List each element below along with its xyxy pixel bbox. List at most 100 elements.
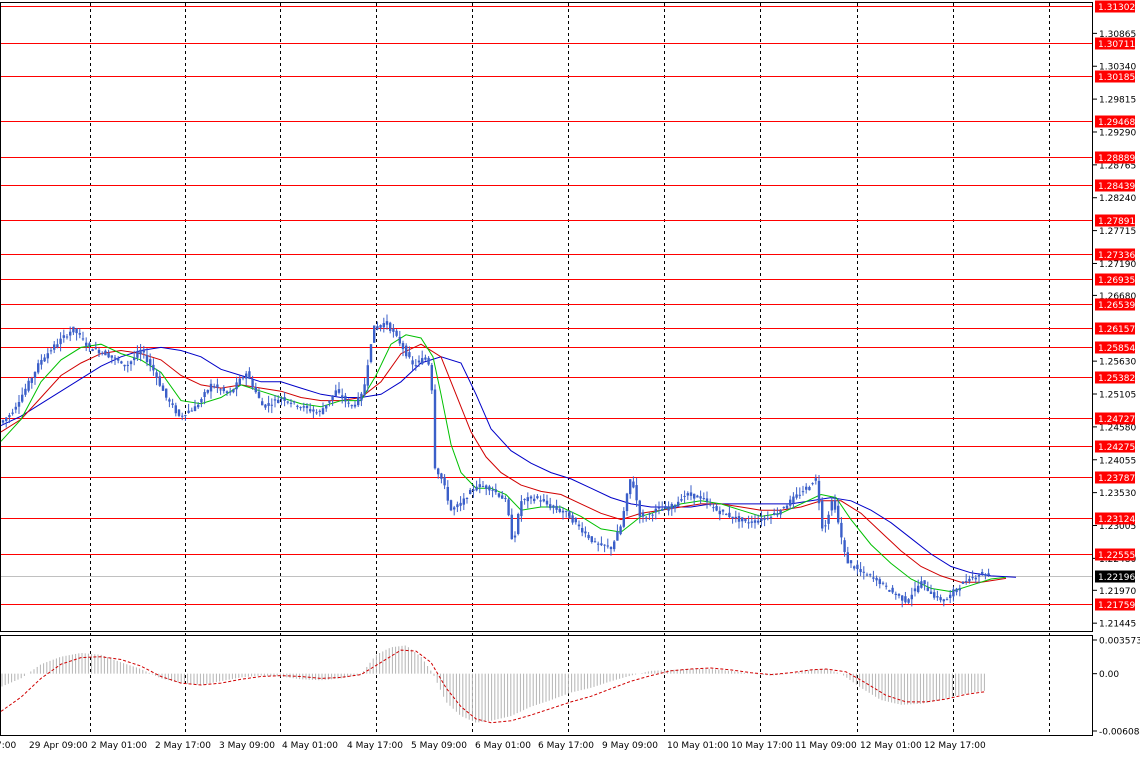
candle-body[interactable] — [241, 377, 245, 379]
candle-body[interactable] — [798, 494, 801, 496]
candle-body[interactable] — [789, 499, 792, 506]
candle-body[interactable] — [888, 590, 891, 592]
candle-body[interactable] — [958, 588, 961, 591]
candle-body[interactable] — [462, 498, 465, 505]
candle-body[interactable] — [705, 498, 709, 502]
candle-body[interactable] — [920, 581, 923, 588]
candle-body[interactable] — [373, 325, 376, 343]
candle-body[interactable] — [555, 505, 558, 510]
candle-body[interactable] — [574, 517, 577, 523]
candle-body[interactable] — [65, 336, 69, 338]
candle-body[interactable] — [238, 378, 241, 385]
candle-body[interactable] — [881, 582, 885, 584]
candle-body[interactable] — [197, 404, 200, 408]
candle-body[interactable] — [254, 387, 257, 393]
candle-body[interactable] — [805, 486, 808, 490]
candle-body[interactable] — [328, 400, 331, 403]
candle-body[interactable] — [981, 572, 984, 575]
candle-body[interactable] — [725, 513, 728, 515]
candle-body[interactable] — [696, 495, 699, 498]
candle-body[interactable] — [680, 499, 683, 501]
candle-body[interactable] — [43, 357, 46, 362]
candle-body[interactable] — [168, 399, 171, 402]
candle-body[interactable] — [190, 410, 193, 412]
candle-body[interactable] — [689, 492, 693, 496]
candle-body[interactable] — [110, 355, 113, 358]
candle-body[interactable] — [344, 395, 347, 402]
candle-body[interactable] — [565, 510, 568, 512]
candle-body[interactable] — [933, 592, 936, 598]
candle-body[interactable] — [353, 404, 357, 407]
candle-body[interactable] — [149, 359, 152, 366]
candle-body[interactable] — [40, 359, 43, 365]
candle-body[interactable] — [504, 498, 507, 500]
candle-body[interactable] — [619, 526, 622, 535]
candle-body[interactable] — [478, 484, 481, 488]
candle-body[interactable] — [536, 496, 539, 499]
candle-body[interactable] — [440, 473, 443, 479]
price-chart[interactable]: 1.308651.303401.298151.292901.287651.282… — [0, 0, 1140, 757]
candle-body[interactable] — [837, 505, 840, 523]
candles[interactable] — [1, 314, 990, 608]
candle-body[interactable] — [942, 599, 945, 602]
candle-body[interactable] — [645, 517, 648, 519]
candle-body[interactable] — [846, 552, 849, 564]
candle-body[interactable] — [401, 343, 405, 350]
candle-body[interactable] — [904, 596, 907, 603]
candle-body[interactable] — [14, 406, 17, 410]
candle-body[interactable] — [568, 511, 571, 519]
candle-body[interactable] — [257, 391, 261, 398]
price-axis[interactable]: 1.308651.303401.298151.292901.287651.282… — [1093, 0, 1140, 738]
candle-body[interactable] — [133, 357, 136, 361]
candle-body[interactable] — [398, 336, 401, 344]
candle-body[interactable] — [753, 520, 757, 523]
candle-body[interactable] — [30, 378, 33, 383]
candle-body[interactable] — [312, 409, 315, 412]
candle-body[interactable] — [136, 351, 139, 358]
candle-body[interactable] — [779, 510, 782, 515]
candle-body[interactable] — [817, 480, 821, 504]
candle-body[interactable] — [897, 594, 901, 596]
candle-body[interactable] — [901, 595, 904, 601]
candle-body[interactable] — [939, 597, 942, 601]
candle-body[interactable] — [718, 510, 721, 515]
candle-body[interactable] — [709, 504, 712, 506]
candle-body[interactable] — [360, 393, 363, 401]
candle-body[interactable] — [821, 500, 824, 529]
candle-body[interactable] — [321, 408, 325, 415]
candle-body[interactable] — [600, 543, 603, 546]
candle-body[interactable] — [926, 587, 929, 591]
candle-body[interactable] — [526, 497, 529, 502]
candle-body[interactable] — [113, 357, 117, 359]
candle-body[interactable] — [37, 363, 40, 373]
candle-body[interactable] — [101, 352, 104, 354]
candle-body[interactable] — [747, 522, 750, 524]
candle-body[interactable] — [475, 486, 478, 491]
candle-body[interactable] — [869, 574, 872, 576]
candle-body[interactable] — [987, 573, 990, 576]
candle-body[interactable] — [459, 502, 462, 506]
candle-body[interactable] — [785, 505, 789, 509]
candle-body[interactable] — [414, 365, 417, 367]
candle-body[interactable] — [59, 338, 62, 345]
candle-body[interactable] — [702, 498, 705, 500]
candle-body[interactable] — [277, 399, 280, 403]
candle-body[interactable] — [53, 344, 56, 350]
candle-body[interactable] — [776, 513, 779, 516]
candle-body[interactable] — [830, 501, 833, 511]
candle-body[interactable] — [910, 594, 913, 600]
candle-body[interactable] — [613, 541, 616, 550]
candle-body[interactable] — [616, 531, 619, 541]
candle-body[interactable] — [750, 521, 753, 523]
candle-body[interactable] — [606, 545, 609, 547]
candle-body[interactable] — [539, 500, 542, 502]
candle-body[interactable] — [497, 493, 501, 497]
candle-body[interactable] — [229, 391, 232, 393]
candle-body[interactable] — [357, 396, 360, 406]
candle-body[interactable] — [648, 513, 651, 515]
candle-body[interactable] — [341, 395, 344, 399]
candle-body[interactable] — [331, 395, 334, 400]
candle-body[interactable] — [949, 594, 952, 599]
candle-body[interactable] — [165, 388, 168, 398]
candle-body[interactable] — [385, 321, 389, 325]
